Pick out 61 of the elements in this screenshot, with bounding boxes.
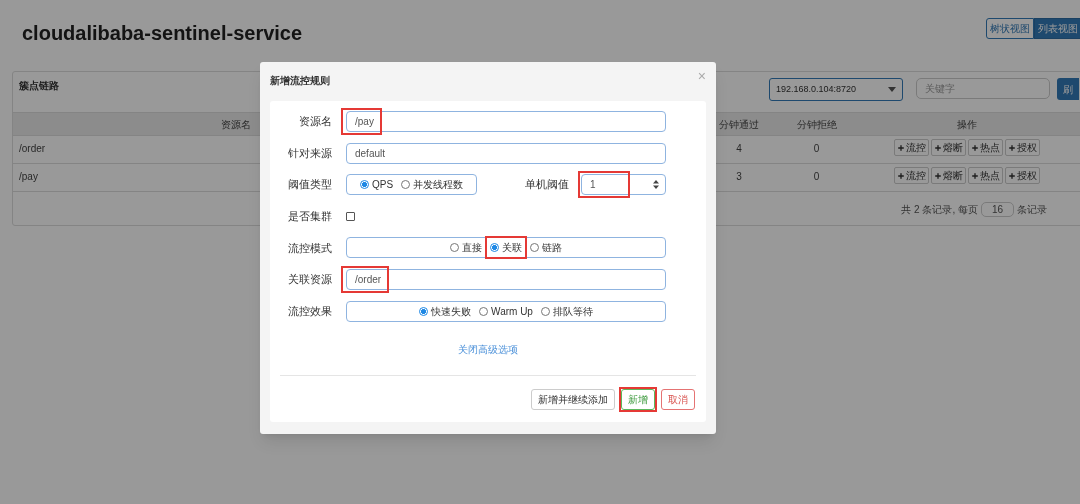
action-button[interactable]: 授权 <box>1005 167 1040 184</box>
page-title: cloudalibaba-sentinel-service <box>22 21 303 46</box>
panel-title: 簇点链路 <box>19 79 59 93</box>
table-cell-text: 3 <box>736 170 742 184</box>
field-label: 单机阈值 <box>524 177 569 193</box>
plus-icon <box>971 143 979 152</box>
plus-icon <box>1008 171 1016 180</box>
dialog-button[interactable]: 取消 <box>661 388 695 410</box>
field-label: 资源名 <box>298 114 332 130</box>
radio-option[interactable]: 快速失败 <box>417 303 474 319</box>
view-tab[interactable]: 列表视图 <box>1034 18 1080 39</box>
plus-icon <box>934 143 942 152</box>
action-button[interactable]: 热点 <box>968 139 1003 156</box>
radio-option[interactable]: 并发线程数 <box>399 177 466 193</box>
spinner-icon[interactable] <box>653 180 659 190</box>
action-button[interactable]: 流控 <box>894 139 929 156</box>
table-cell-text: 0 <box>813 170 820 184</box>
plus-icon <box>1008 143 1016 152</box>
column-header: 操作 <box>957 117 977 132</box>
column-header: 分钟拒绝 <box>796 117 837 132</box>
radio-option[interactable]: 关联 <box>488 240 524 256</box>
page-size-field[interactable]: 16 <box>981 202 1014 217</box>
input-field[interactable]: default <box>346 142 666 164</box>
dialog-button[interactable]: 新增并继续添加 <box>531 388 615 410</box>
advanced-options-link[interactable]: 关闭高级选项 <box>458 341 518 357</box>
radio-option[interactable]: 链路 <box>528 240 564 256</box>
field-label: 针对来源 <box>287 145 332 161</box>
table-cell-text: 4 <box>736 142 742 156</box>
plus-icon <box>971 171 979 180</box>
field-label: 阈值类型 <box>287 177 332 193</box>
plus-icon <box>897 143 905 152</box>
field-label: 流控效果 <box>287 303 332 319</box>
number-field[interactable]: 1 <box>581 174 666 196</box>
refresh-button[interactable]: 刷 <box>1057 78 1079 100</box>
machine-select[interactable]: 192.168.0.104:8720 <box>769 78 903 101</box>
dropdown-caret-icon <box>888 87 896 92</box>
plus-icon <box>934 171 942 180</box>
column-header: 资源名 <box>221 117 251 132</box>
table-cell-text: /pay <box>19 170 38 184</box>
radio-option[interactable]: QPS <box>357 177 396 193</box>
pagination-suffix: 条记录 <box>1017 203 1047 217</box>
action-button[interactable]: 授权 <box>1005 139 1040 156</box>
action-button[interactable]: 热点 <box>968 167 1003 184</box>
plus-icon <box>897 171 905 180</box>
field-label: 关联资源 <box>287 272 332 288</box>
radio-option[interactable]: 直接 <box>448 240 484 256</box>
dialog-button[interactable]: 新增 <box>621 388 655 410</box>
view-tab[interactable]: 树状视图 <box>986 18 1034 39</box>
radio-option[interactable]: Warm Up <box>477 303 535 319</box>
table-cell-text: /order <box>19 142 46 156</box>
column-header: 分钟通过 <box>719 117 759 132</box>
pagination-summary: 共 2 条记录, 每页 <box>901 203 978 217</box>
table-cell-text: 0 <box>813 142 820 156</box>
dialog-title: 新增流控规则 <box>270 74 330 88</box>
field-label: 流控模式 <box>287 240 332 256</box>
action-button[interactable]: 流控 <box>894 167 929 184</box>
action-button[interactable]: 熔断 <box>931 167 966 184</box>
checkbox[interactable] <box>346 211 355 221</box>
action-button[interactable]: 熔断 <box>931 139 966 156</box>
radio-option[interactable]: 排队等待 <box>538 303 595 319</box>
field-label: 是否集群 <box>287 209 332 225</box>
